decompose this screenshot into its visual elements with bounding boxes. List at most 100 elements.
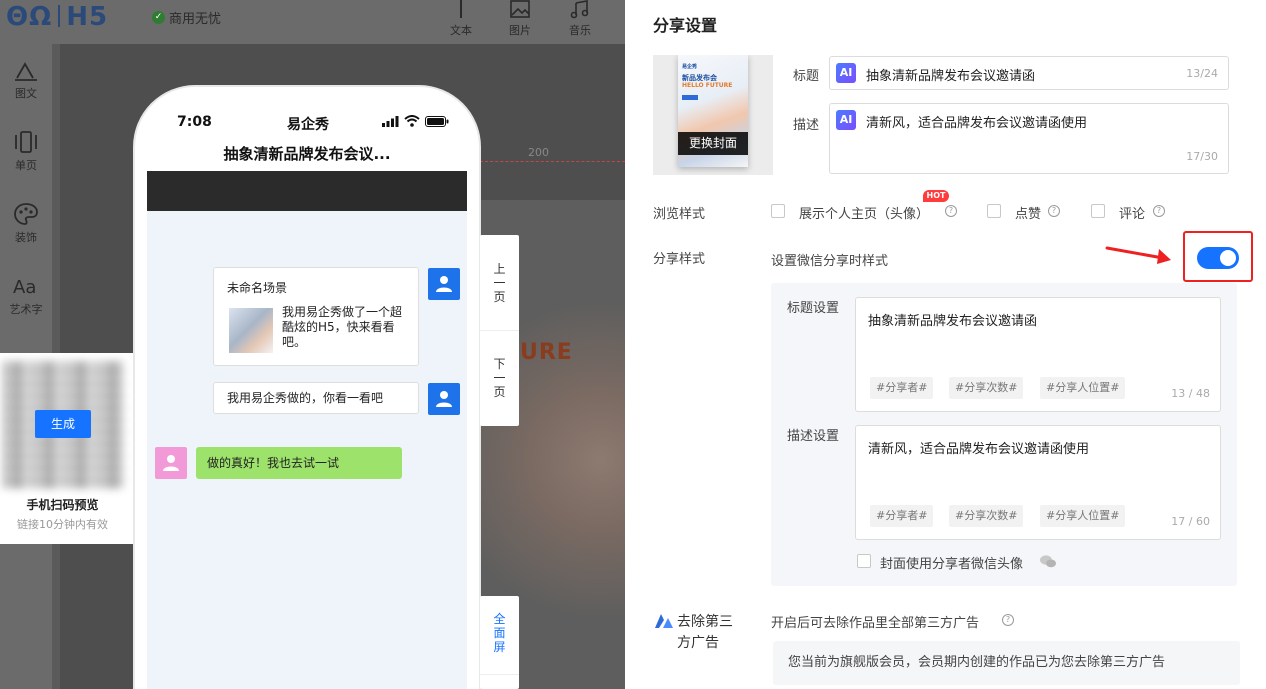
phone-banner bbox=[147, 171, 467, 211]
image-tool-icon bbox=[510, 0, 530, 18]
page-nav: 上一页 下一页 bbox=[480, 235, 519, 426]
title-input[interactable]: AI 抽象清新品牌发布会议邀请函 13/24 bbox=[829, 56, 1229, 90]
user-icon bbox=[163, 455, 179, 471]
desc-setting-label: 描述设置 bbox=[787, 429, 840, 444]
battery-icon bbox=[425, 115, 449, 127]
text-tool-button[interactable]: 文本 bbox=[436, 0, 486, 44]
title-setting-label: 标题设置 bbox=[787, 301, 840, 316]
like-checkbox[interactable] bbox=[987, 204, 1001, 218]
like-label: 点赞 bbox=[1015, 207, 1042, 222]
comment-checkbox[interactable] bbox=[1091, 204, 1105, 218]
message-bubble: 我用易企秀做的，你看一看吧 bbox=[213, 382, 419, 414]
ai-icon[interactable]: AI bbox=[836, 110, 856, 130]
help-icon[interactable]: ? bbox=[1153, 205, 1165, 217]
share-card-title: 未命名场景 bbox=[227, 281, 288, 295]
fullscreen-label: 全面屏 bbox=[493, 612, 506, 654]
tag-sharer[interactable]: #分享者# bbox=[870, 505, 934, 527]
panel-title: 分享设置 bbox=[653, 16, 718, 35]
comment-label: 评论 bbox=[1119, 207, 1146, 222]
status-icons bbox=[382, 115, 449, 127]
fullscreen-button[interactable]: 全面屏 bbox=[480, 596, 519, 689]
art-text-icon: Aa bbox=[13, 277, 36, 298]
text-icon bbox=[15, 62, 37, 81]
title-template-count: 13 / 48 bbox=[1171, 387, 1210, 400]
arrow-annotation-icon bbox=[1105, 246, 1171, 264]
status-time: 7:08 bbox=[177, 114, 212, 130]
share-card-thumbnail bbox=[229, 308, 273, 353]
svg-text:Aa: Aa bbox=[13, 277, 36, 298]
change-cover-button[interactable]: 更换封面 bbox=[678, 132, 748, 155]
title-label: 标题 bbox=[793, 69, 820, 84]
image-tool-button[interactable]: 图片 bbox=[495, 0, 545, 44]
cover-tagline: HELLO FUTURE bbox=[682, 82, 733, 89]
prev-page-label: 上一页 bbox=[493, 262, 506, 304]
commercial-badge-label: 商用无忧 bbox=[169, 12, 222, 27]
ai-icon[interactable]: AI bbox=[836, 63, 856, 83]
text-tool-label: 文本 bbox=[450, 24, 472, 37]
qr-title: 手机扫码预览 bbox=[26, 498, 99, 512]
help-icon[interactable]: ? bbox=[1002, 614, 1014, 626]
share-card-text: 我用易企秀做了一个超酷炫的H5，快来看看吧。 bbox=[282, 305, 403, 349]
share-settings-panel: 分享设置 易企秀 新品发布会 HELLO FUTURE 更换封面 标题 AI 抽… bbox=[625, 0, 1266, 689]
share-style-label: 分享样式 bbox=[653, 252, 706, 267]
browse-style-label: 浏览样式 bbox=[653, 207, 706, 222]
ruler-guide: 200 bbox=[480, 146, 625, 162]
tag-share-location[interactable]: #分享人位置# bbox=[1040, 505, 1126, 527]
user-icon bbox=[436, 391, 452, 407]
hot-badge: HOT bbox=[923, 190, 949, 202]
wechat-share-settings: 标题设置 抽象清新品牌发布会议邀请函 #分享者# #分享次数# #分享人位置# … bbox=[771, 283, 1237, 586]
palette-icon bbox=[14, 203, 38, 225]
cover-brand: 易企秀 bbox=[682, 64, 698, 70]
tag-share-count[interactable]: #分享次数# bbox=[949, 505, 1024, 527]
sidebar-label-decor: 装饰 bbox=[15, 231, 37, 244]
page-icon bbox=[15, 131, 37, 153]
sidebar-item-text[interactable]: 图文 bbox=[0, 60, 52, 101]
image-tool-label: 图片 bbox=[509, 24, 531, 37]
help-icon[interactable]: ? bbox=[1048, 205, 1060, 217]
show-profile-checkbox[interactable] bbox=[771, 204, 785, 218]
tag-share-count[interactable]: #分享次数# bbox=[949, 377, 1024, 399]
app-logo[interactable]: ΘΩ H5 bbox=[6, 2, 108, 32]
ad-removal-label: 去除第三方广告 bbox=[677, 614, 733, 651]
tag-sharer[interactable]: #分享者# bbox=[870, 377, 934, 399]
sidebar-label-text: 图文 bbox=[15, 87, 37, 100]
toggle-highlight bbox=[1183, 231, 1253, 282]
ad-removal-description: 开启后可去除作品里全部第三方广告 bbox=[771, 616, 980, 631]
cover-image[interactable]: 易企秀 新品发布会 HELLO FUTURE 更换封面 bbox=[653, 55, 773, 175]
cover-accent-bar bbox=[682, 95, 698, 100]
title-template-input[interactable]: 抽象清新品牌发布会议邀请函 #分享者# #分享次数# #分享人位置# 13 / … bbox=[855, 297, 1221, 412]
prev-page-button[interactable]: 上一页 bbox=[480, 262, 519, 304]
music-tool-label: 音乐 bbox=[569, 24, 591, 37]
page-nav-divider bbox=[480, 330, 519, 331]
sidebar-item-decor[interactable]: 装饰 bbox=[0, 202, 52, 245]
desc-template-count: 17 / 60 bbox=[1171, 515, 1210, 528]
tag-share-location[interactable]: #分享人位置# bbox=[1040, 377, 1126, 399]
desc-template-value: 清新风，适合品牌发布会议邀请函使用 bbox=[868, 442, 1090, 457]
desc-input[interactable]: AI 清新风，适合品牌发布会议邀请函使用 17/30 bbox=[829, 103, 1229, 174]
generate-qr-button[interactable]: 生成 bbox=[35, 410, 91, 438]
qr-preview-panel: 生成 手机扫码预览 链接10分钟内有效 bbox=[0, 353, 135, 544]
check-icon: ✓ bbox=[152, 11, 165, 24]
artwork-text: URE bbox=[520, 340, 573, 365]
help-icon[interactable]: ? bbox=[945, 205, 957, 217]
wechat-share-toggle[interactable] bbox=[1197, 247, 1239, 269]
friend-avatar bbox=[155, 447, 187, 479]
cover-avatar-checkbox[interactable] bbox=[857, 554, 871, 568]
music-tool-button[interactable]: 音乐 bbox=[555, 0, 605, 44]
next-page-button[interactable]: 下一页 bbox=[480, 357, 519, 399]
sidebar-item-art-text[interactable]: Aa 艺术字 bbox=[0, 274, 52, 317]
title-input-value: 抽象清新品牌发布会议邀请函 bbox=[866, 69, 1036, 84]
cover-avatar-label: 封面使用分享者微信头像 bbox=[880, 557, 1024, 572]
member-notice: 您当前为旗舰版会员，会员期内创建的作品已为您去除第三方广告 bbox=[773, 641, 1240, 685]
commercial-badge[interactable]: ✓ 商用无忧 bbox=[152, 8, 221, 27]
desc-label: 描述 bbox=[793, 118, 820, 133]
phone-preview: 7:08 易企秀 抽象清新品牌发布会议... 未命名场景 我用易企秀做了一个超酷… bbox=[135, 87, 479, 689]
sidebar-item-page[interactable]: 单页 bbox=[0, 130, 52, 173]
phone-page-title: 抽象清新品牌发布会议... bbox=[147, 137, 467, 171]
sender-avatar bbox=[428, 268, 460, 300]
desc-input-value: 清新风，适合品牌发布会议邀请函使用 bbox=[866, 116, 1088, 131]
next-page-label: 下一页 bbox=[493, 357, 506, 399]
desc-template-input[interactable]: 清新风，适合品牌发布会议邀请函使用 #分享者# #分享次数# #分享人位置# 1… bbox=[855, 425, 1221, 540]
user-icon bbox=[436, 276, 452, 292]
editor-area: ΘΩ H5 ✓ 商用无忧 文本 图片 音乐 图文 单页 装饰 Aa 艺术字 20… bbox=[0, 0, 625, 689]
